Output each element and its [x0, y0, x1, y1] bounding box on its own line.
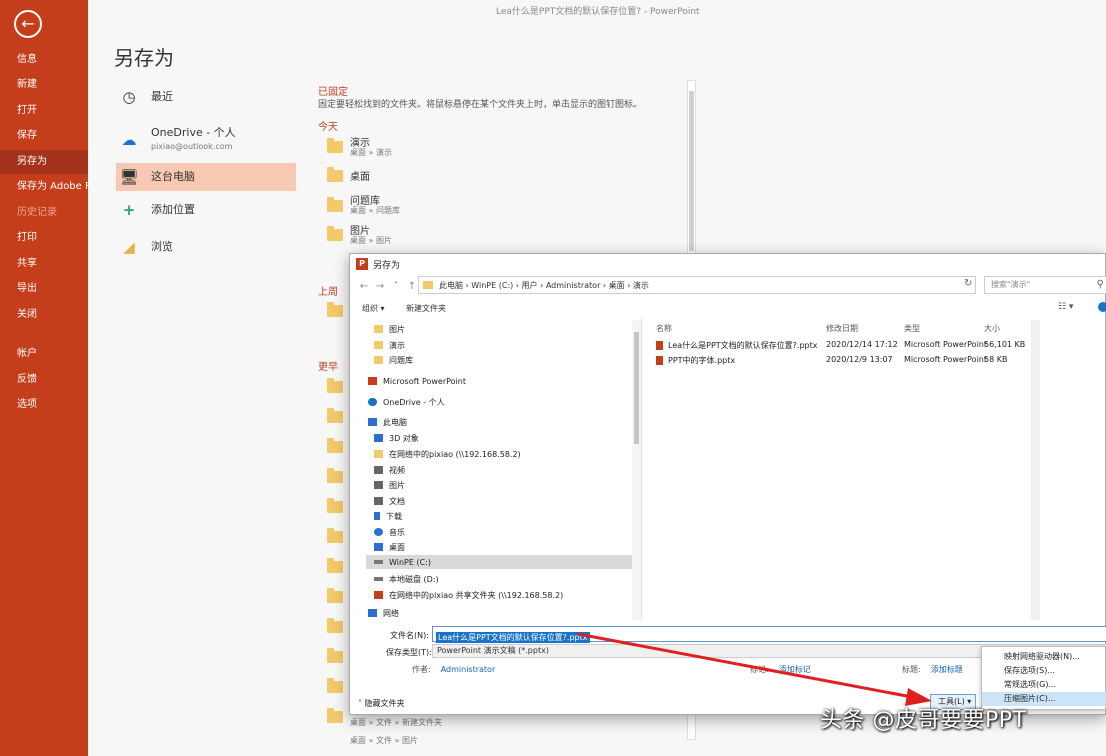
red-annotation-arrow [577, 632, 932, 706]
watermark: 头条 @皮哥要要PPT [820, 708, 1027, 733]
